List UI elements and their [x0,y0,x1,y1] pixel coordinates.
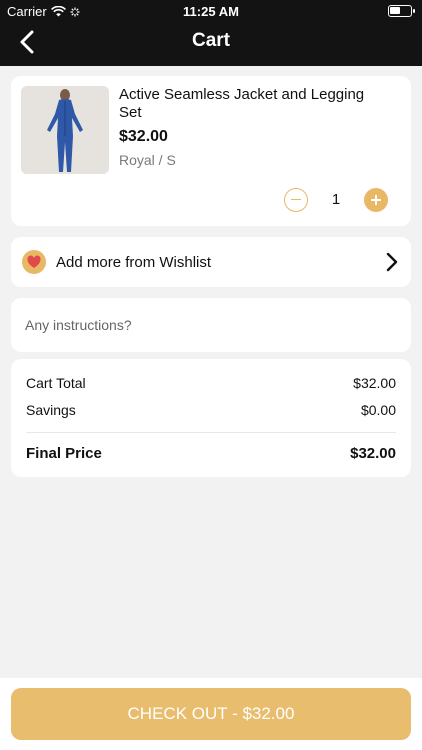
heart-icon [27,255,41,268]
instructions-input[interactable] [25,315,395,335]
cart-total-value: $32.00 [353,375,396,391]
status-time: 11:25 AM [183,4,239,19]
cart-total-label: Cart Total [26,375,86,391]
chevron-right-icon [386,252,398,272]
divider [26,432,396,433]
cart-item-card: Active Seamless Jacket and Legging Set $… [11,76,411,226]
savings-value: $0.00 [360,402,396,418]
product-variant: Royal / S [119,152,176,168]
checkout-button[interactable]: CHECK OUT - $32.00 [11,688,411,740]
final-price-value: $32.00 [350,445,396,462]
wishlist-label: Add more from Wishlist [56,254,212,271]
product-name[interactable]: Active Seamless Jacket and Legging Set [119,86,369,122]
product-price: $32.00 [119,128,168,145]
final-price-label: Final Price [26,445,102,462]
quantity-decrease-button[interactable] [284,188,308,212]
quantity-value: 1 [331,191,341,208]
status-bar: Carrier 11:25 AM [0,0,422,22]
heart-badge [22,250,46,274]
instructions-card [11,298,411,352]
nav-bar: Carrier 11:25 AM Cart [0,0,422,66]
savings-label: Savings [26,402,76,418]
wishlist-row[interactable]: Add more from Wishlist [11,237,411,287]
price-summary: Cart Total $32.00 Savings $0.00 Final Pr… [11,359,411,477]
product-image[interactable] [21,86,109,174]
quantity-increase-button[interactable] [364,188,388,212]
page-title: Cart [191,30,230,51]
battery-icon [388,5,415,17]
